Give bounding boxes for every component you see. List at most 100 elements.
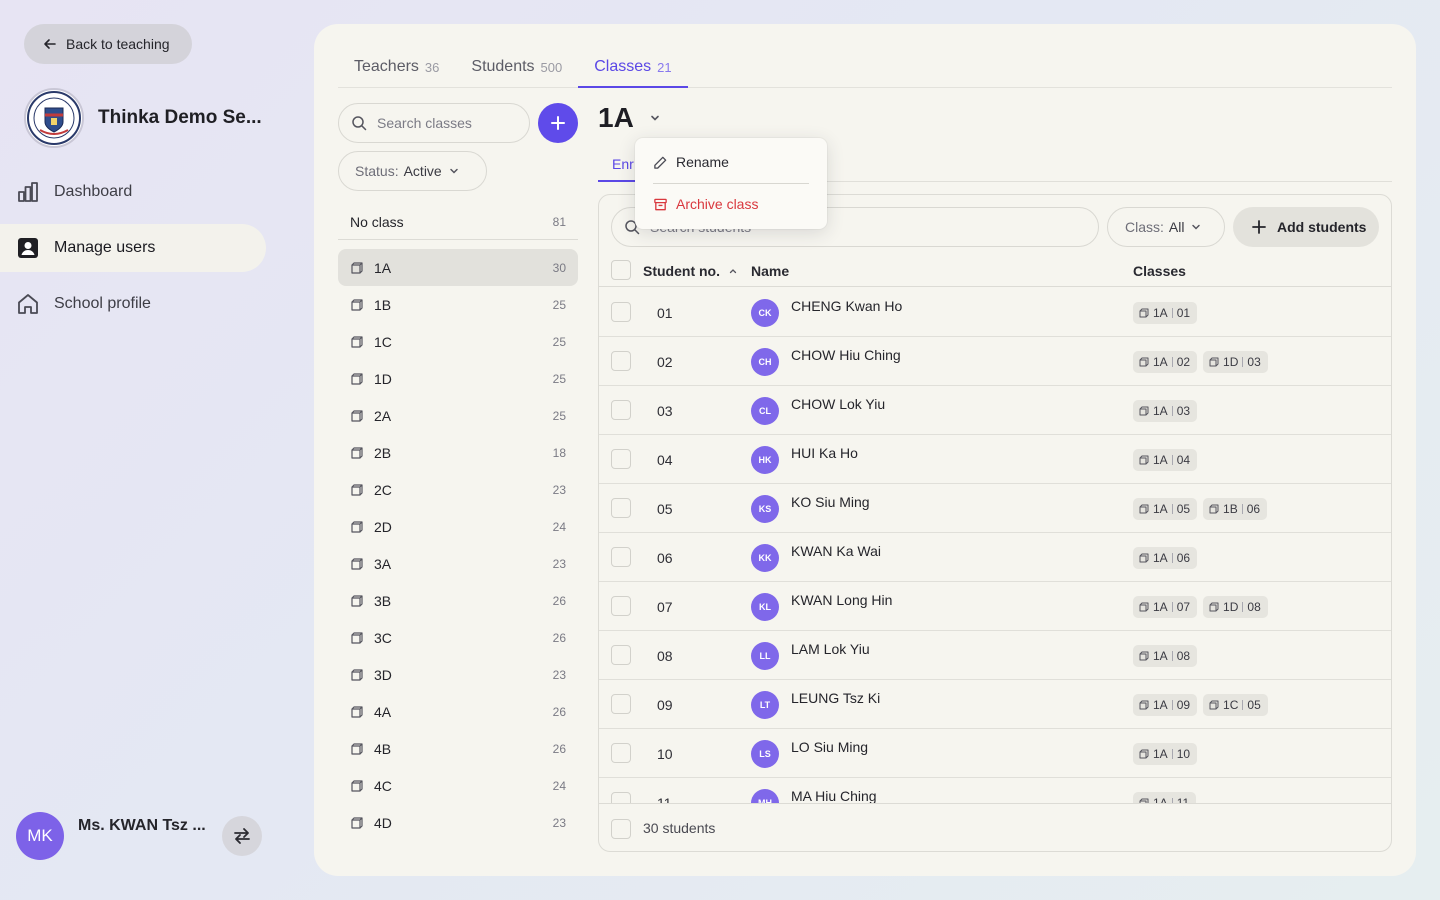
column-name[interactable]: Name	[751, 263, 789, 279]
archive-class-menu-item[interactable]: Archive class	[653, 196, 758, 212]
student-classes: 1A 09 1C 05	[1133, 694, 1268, 716]
add-class-button[interactable]	[538, 103, 578, 143]
cube-icon	[1139, 308, 1149, 318]
chip-number: 06	[1176, 551, 1191, 565]
table-footer: 30 students	[599, 803, 1391, 851]
rename-menu-item[interactable]: Rename	[653, 154, 729, 170]
table-row[interactable]: 02 CH CHOW Hiu Ching 1A 02 1D 03	[599, 337, 1391, 386]
tab-count: 500	[540, 60, 563, 75]
table-row[interactable]: 09 LT LEUNG Tsz Ki 1A 09 1C 05	[599, 680, 1391, 729]
cube-icon	[351, 520, 363, 533]
switch-account-button[interactable]	[222, 816, 262, 856]
tab-classes[interactable]: Classes 21	[578, 48, 688, 88]
table-row[interactable]: 08 LL LAM Lok Yiu 1A 08	[599, 631, 1391, 680]
class-name: 2A	[374, 407, 392, 424]
class-list-item[interactable]: 4B 26	[338, 730, 578, 767]
student-name[interactable]: KO Siu Ming	[791, 494, 870, 510]
row-checkbox[interactable]	[611, 694, 631, 714]
sidebar-item-manage-users[interactable]: Manage users	[0, 224, 266, 272]
column-classes[interactable]: Classes	[1133, 263, 1186, 279]
student-avatar: LS	[751, 740, 779, 768]
footer-select-checkbox[interactable]	[611, 819, 631, 839]
class-list-item[interactable]: 1A 30	[338, 249, 578, 286]
class-name: 3D	[374, 666, 392, 683]
class-title-selector[interactable]: 1A	[598, 102, 662, 134]
student-name[interactable]: CHOW Hiu Ching	[791, 347, 901, 363]
avatar[interactable]: MK	[16, 812, 64, 860]
student-name[interactable]: KWAN Ka Wai	[791, 543, 881, 559]
student-name[interactable]: LAM Lok Yiu	[791, 641, 870, 657]
search-classes-input[interactable]	[377, 115, 527, 131]
row-checkbox[interactable]	[611, 743, 631, 763]
tab-students[interactable]: Students 500	[455, 48, 578, 88]
student-name[interactable]: HUI Ka Ho	[791, 445, 858, 461]
chip-class: 1B	[1223, 502, 1238, 516]
select-all-checkbox[interactable]	[611, 260, 631, 280]
class-name: 4A	[374, 703, 392, 720]
row-checkbox[interactable]	[611, 596, 631, 616]
student-name[interactable]: CHOW Lok Yiu	[791, 396, 885, 412]
cube-icon	[1139, 553, 1149, 563]
class-chip: 1A 11	[1133, 792, 1197, 803]
table-row[interactable]: 01 CK CHENG Kwan Ho 1A 01	[599, 288, 1391, 337]
row-checkbox[interactable]	[611, 351, 631, 371]
row-checkbox[interactable]	[611, 645, 631, 665]
class-student-count: 25	[552, 371, 566, 386]
class-list-item[interactable]: 1C 25	[338, 323, 578, 360]
table-row[interactable]: 03 CL CHOW Lok Yiu 1A 03	[599, 386, 1391, 435]
table-row[interactable]: 11 MH MA Hiu Ching 1A 11	[599, 778, 1391, 803]
add-students-button[interactable]: Add students	[1233, 207, 1379, 247]
sidebar-item-label: School profile	[54, 295, 151, 312]
sidebar-item-school-profile[interactable]: School profile	[0, 280, 266, 328]
row-checkbox[interactable]	[611, 449, 631, 469]
row-checkbox[interactable]	[611, 498, 631, 518]
school-header: Thinka Demo Se...	[24, 88, 262, 148]
class-list-item[interactable]: 3D 23	[338, 656, 578, 693]
student-name[interactable]: LO Siu Ming	[791, 739, 868, 755]
class-name: 1B	[374, 296, 392, 313]
table-row[interactable]: 06 KK KWAN Ka Wai 1A 06	[599, 533, 1391, 582]
class-list-item[interactable]: 3A 23	[338, 545, 578, 582]
student-name[interactable]: LEUNG Tsz Ki	[791, 690, 880, 706]
student-name[interactable]: KWAN Long Hin	[791, 592, 892, 608]
class-list-item[interactable]: 4C 24	[338, 767, 578, 804]
table-row[interactable]: 10 LS LO Siu Ming 1A 10	[599, 729, 1391, 778]
class-list-item[interactable]: 3C 26	[338, 619, 578, 656]
chip-number: 04	[1176, 453, 1191, 467]
class-name: 1C	[374, 333, 392, 350]
class-filter-dropdown[interactable]: Class: All	[1107, 207, 1225, 247]
column-student-no[interactable]: Student no.	[643, 263, 738, 279]
class-list-item[interactable]: 3B 26	[338, 582, 578, 619]
class-list-item[interactable]: 1B 25	[338, 286, 578, 323]
class-student-count: 25	[552, 408, 566, 423]
chip-number: 11	[1176, 796, 1190, 803]
cube-icon	[351, 668, 363, 681]
row-checkbox[interactable]	[611, 302, 631, 322]
student-name[interactable]: MA Hiu Ching	[791, 788, 877, 803]
chevron-down-icon[interactable]	[648, 111, 662, 125]
swap-arrows-icon	[234, 828, 250, 844]
class-list-item[interactable]: 4A 26	[338, 693, 578, 730]
table-row[interactable]: 05 KS KO Siu Ming 1A 05 1B 06	[599, 484, 1391, 533]
row-checkbox[interactable]	[611, 547, 631, 567]
row-checkbox[interactable]	[611, 792, 631, 803]
no-class-item[interactable]: No class 81	[338, 204, 578, 240]
status-filter-dropdown[interactable]: Status: Active	[338, 151, 487, 191]
sidebar-item-dashboard[interactable]: Dashboard	[0, 168, 266, 216]
search-classes-field	[338, 103, 530, 143]
tab-teachers[interactable]: Teachers 36	[338, 48, 455, 88]
row-checkbox[interactable]	[611, 400, 631, 420]
class-list-item[interactable]: 2D 24	[338, 508, 578, 545]
table-row[interactable]: 04 HK HUI Ka Ho 1A 04	[599, 435, 1391, 484]
class-list-item[interactable]: 2C 23	[338, 471, 578, 508]
student-name[interactable]: CHENG Kwan Ho	[791, 298, 902, 314]
cube-icon	[351, 483, 363, 496]
class-list-item[interactable]: 2A 25	[338, 397, 578, 434]
cube-icon	[351, 557, 363, 570]
class-list-item[interactable]: 1D 25	[338, 360, 578, 397]
class-list-item[interactable]: 2B 18	[338, 434, 578, 471]
table-header: Student no. Name Classes	[599, 257, 1391, 287]
back-to-teaching-button[interactable]: Back to teaching	[24, 24, 192, 64]
class-list-item[interactable]: 4D 23	[338, 804, 578, 841]
table-row[interactable]: 07 KL KWAN Long Hin 1A 07 1D 08	[599, 582, 1391, 631]
